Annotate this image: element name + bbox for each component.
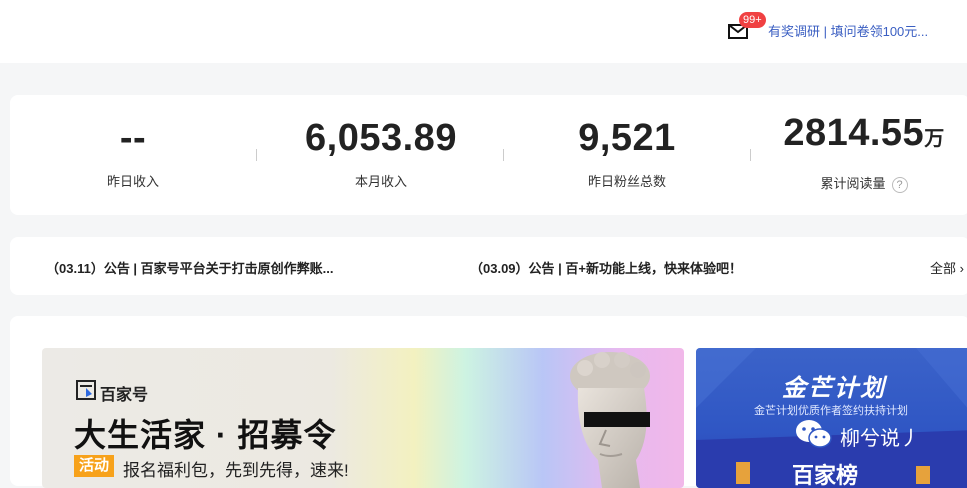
view-all-link[interactable]: 全部 › (930, 258, 964, 277)
banner-subtitle: 报名福利包，先到先得，速来! (123, 461, 349, 480)
side-banner-subtitle: 金芒计划优质作者签约扶持计划 (754, 405, 908, 417)
stat-label: 本月收入 (354, 174, 407, 189)
stat-value: -- (119, 117, 147, 159)
side-banner-title: 金芒计划 (782, 375, 886, 402)
help-icon[interactable]: ? (891, 176, 908, 193)
stat-yesterday-income: -- 昨日收入 (13, 95, 253, 215)
main-banner[interactable]: 百家号 大生活家 · 招募令 活动 报名福利包，先到先得，速来! (42, 348, 684, 488)
side-banner-bottom-text: 百家榜 (792, 463, 859, 488)
top-bar: 99+ 有奖调研 | 填问卷领100元... (0, 0, 967, 63)
divider (503, 149, 504, 161)
survey-link[interactable]: 有奖调研 | 填问卷领100元... (768, 21, 928, 40)
statue-illustration (570, 352, 650, 488)
baijiahao-logo-icon (76, 380, 96, 400)
notice-item[interactable]: （03.09）公告 | 百+新功能上线，快来体验吧！ (470, 258, 742, 277)
notice-item[interactable]: （03.11）公告 | 百家号平台关于打击原创作弊账... (46, 258, 334, 277)
divider (256, 149, 257, 161)
stats-card: -- 昨日收入 6,053.89 本月收入 9,521 昨日粉丝总数 2814.… (10, 95, 967, 215)
stat-total-reads: 2814.55万 累计阅读量? (744, 95, 967, 215)
stat-label: 累计阅读量? (744, 173, 967, 193)
stat-fans: 9,521 昨日粉丝总数 (507, 95, 747, 215)
stat-value: 6,053.89 (305, 117, 457, 159)
notification-badge: 99+ (739, 12, 766, 28)
activity-tag: 活动 (74, 455, 115, 477)
stat-month-income: 6,053.89 本月收入 (261, 95, 501, 215)
logo-text: 百家号 (100, 387, 149, 404)
stat-label: 昨日粉丝总数 (587, 174, 666, 189)
notice-bar: （03.11）公告 | 百家号平台关于打击原创作弊账... （03.09）公告 … (10, 237, 967, 295)
wechat-icon (796, 420, 832, 448)
stat-unit: 万 (924, 128, 945, 150)
stat-label: 昨日收入 (106, 174, 159, 189)
banner-title: 大生活家 · 招募令 (74, 417, 337, 453)
watermark-text: 柳兮说丿 (840, 428, 920, 450)
stat-value: 9,521 (578, 117, 676, 159)
stat-value: 2814.55万 (783, 112, 945, 154)
